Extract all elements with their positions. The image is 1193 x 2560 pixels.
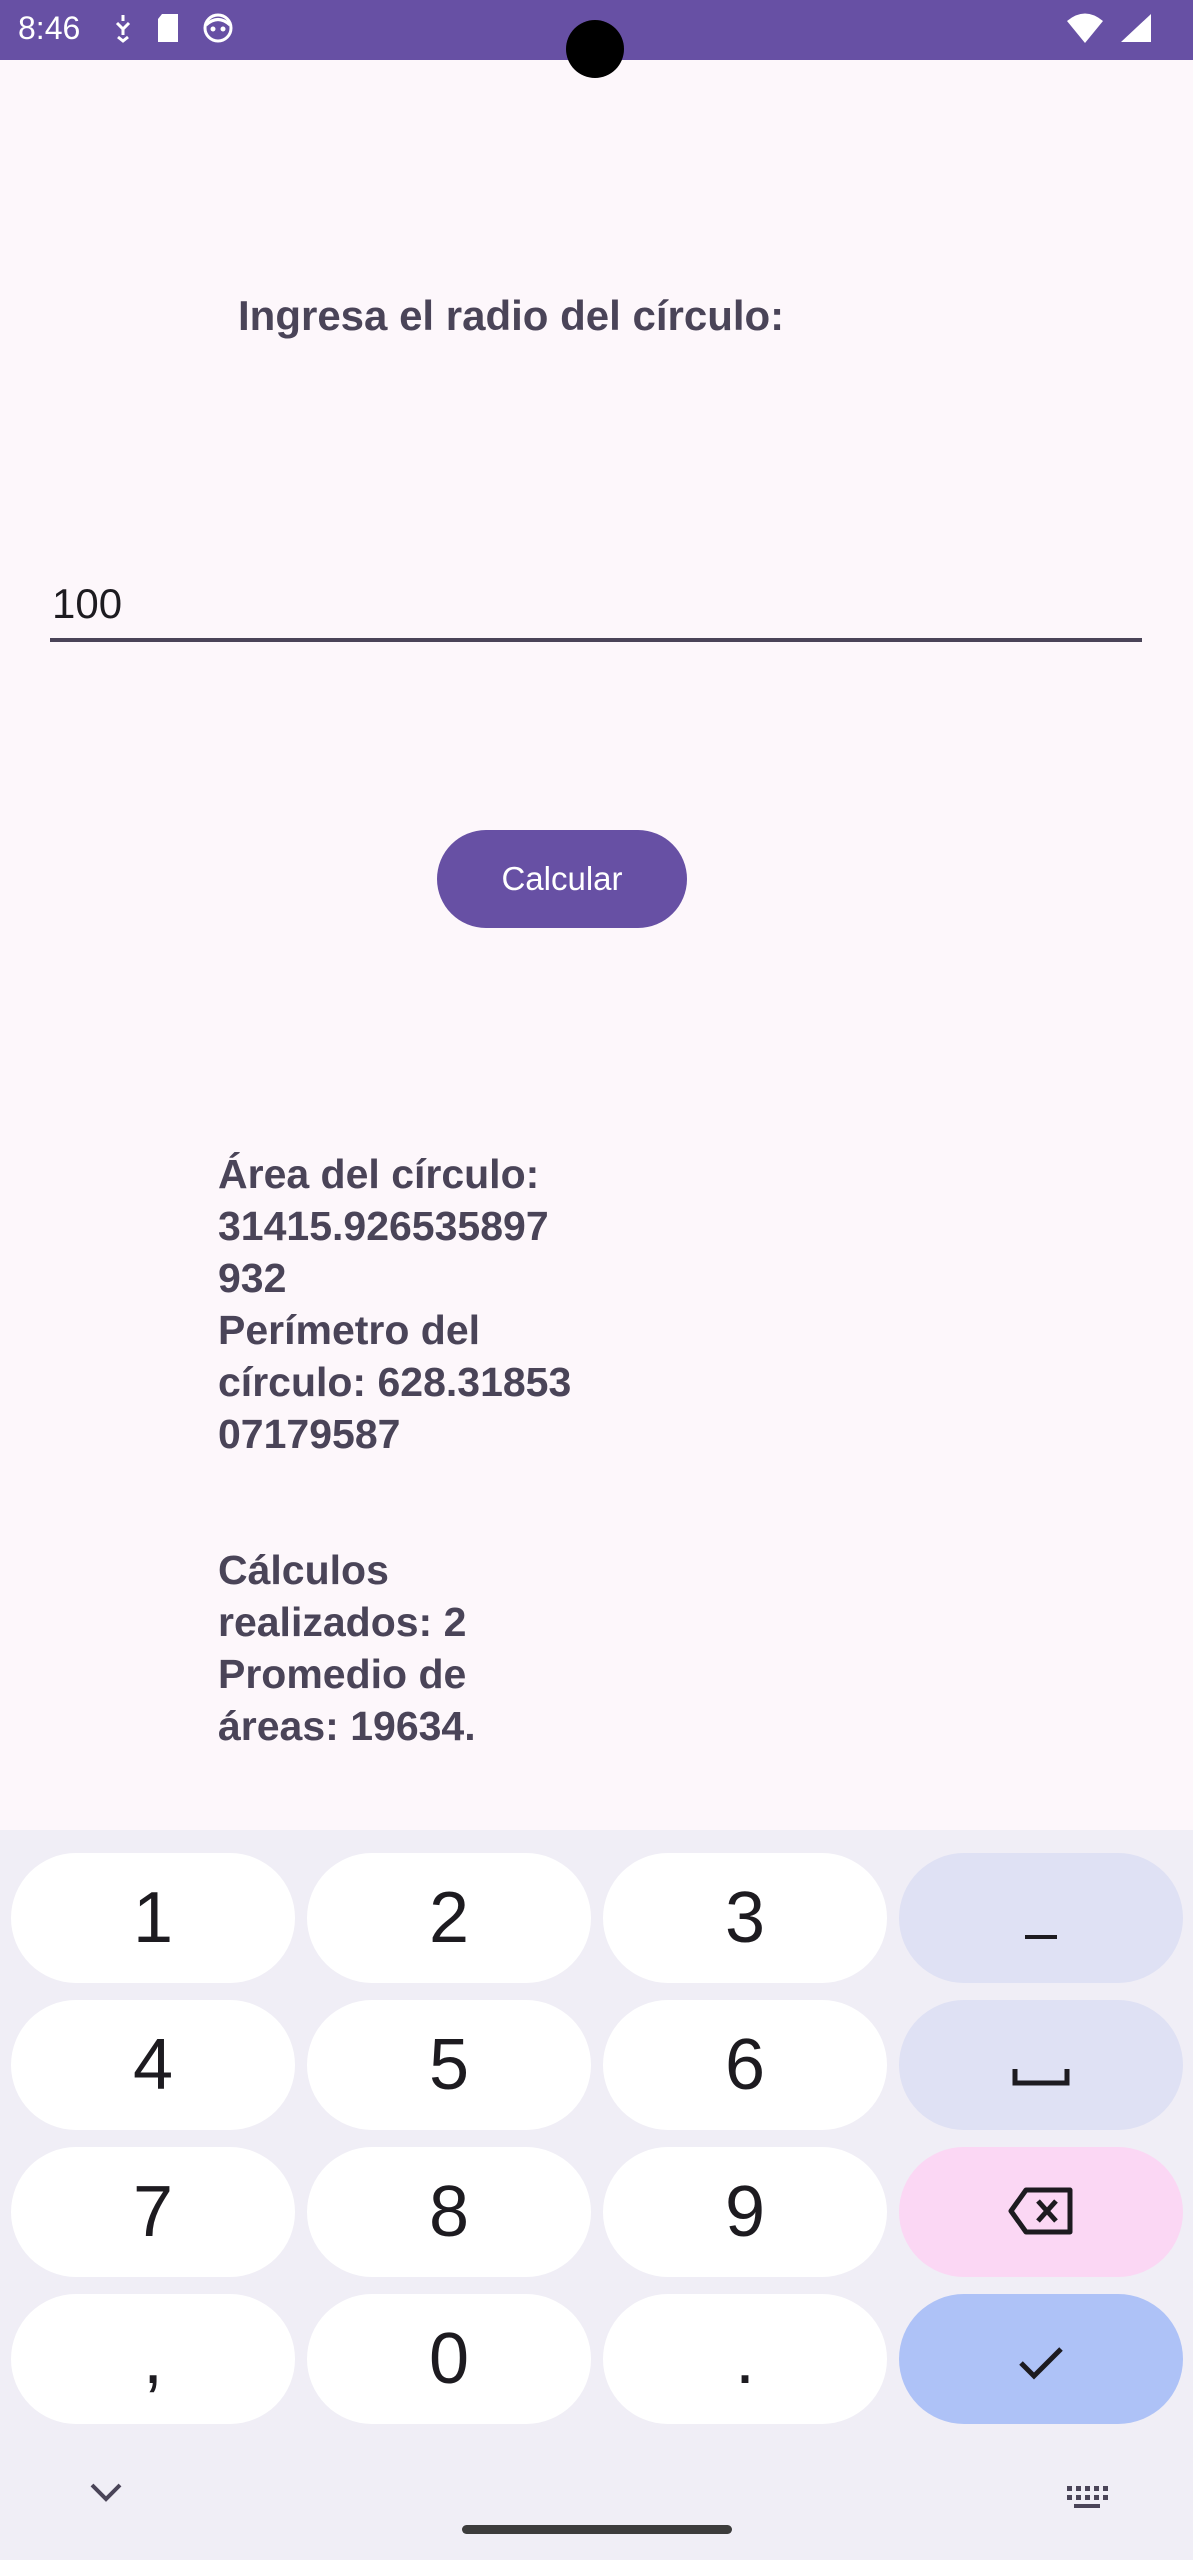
key-backspace[interactable] — [899, 2147, 1183, 2277]
result-line: 31415.926535897 — [218, 1203, 549, 1249]
status-time: 8:46 — [18, 10, 81, 46]
key-7[interactable]: 7 — [11, 2147, 295, 2277]
radius-prompt-label: Ingresa el radio del círculo: — [238, 292, 785, 339]
result-line: Área del círculo: — [218, 1151, 540, 1197]
key-4[interactable]: 4 — [11, 2000, 295, 2130]
key-9[interactable]: 9 — [603, 2147, 887, 2277]
camera-cutout — [566, 20, 624, 78]
result-text: Área del círculo: 31415.926535897 932 Pe… — [218, 1148, 618, 1450]
calculate-button[interactable]: Calcular — [437, 830, 687, 928]
checkmark-icon — [1016, 2318, 1066, 2400]
key-period[interactable]: . — [603, 2294, 887, 2424]
space-icon — [1011, 2024, 1071, 2106]
status-icons-right — [1065, 12, 1153, 49]
key-8[interactable]: 8 — [307, 2147, 591, 2277]
result-line: círculo: 628.31853 — [218, 1359, 572, 1405]
hide-keyboard-chevron-down-icon[interactable] — [88, 2480, 124, 2509]
result-line: Perímetro del — [218, 1307, 481, 1353]
result-line: 07179587 — [218, 1411, 401, 1450]
result-line: 932 — [218, 1255, 287, 1301]
stats-line: áreas: 19634. — [218, 1703, 476, 1749]
key-1[interactable]: 1 — [11, 1853, 295, 1983]
radius-input[interactable] — [50, 570, 1142, 642]
key-6[interactable]: 6 — [603, 2000, 887, 2130]
key-5[interactable]: 5 — [307, 2000, 591, 2130]
key-done[interactable] — [899, 2294, 1183, 2424]
minus-icon — [1021, 1877, 1061, 1959]
signal-icon — [1119, 12, 1153, 49]
stats-line: realizados: 2 — [218, 1599, 467, 1645]
face-icon — [202, 12, 234, 49]
status-icons-left — [112, 12, 234, 49]
key-0[interactable]: 0 — [307, 2294, 591, 2424]
status-bar: 8:46 — [0, 0, 1193, 78]
sync-icon — [112, 13, 134, 48]
stats-text: Cálculos realizados: 2 Promedio de áreas… — [218, 1544, 618, 1752]
key-comma[interactable]: , — [11, 2294, 295, 2424]
stats-line: Cálculos — [218, 1547, 389, 1593]
sd-card-icon — [156, 13, 180, 48]
key-space[interactable] — [899, 2000, 1183, 2130]
key-3[interactable]: 3 — [603, 1853, 887, 1983]
wifi-icon — [1065, 12, 1105, 49]
stats-line: Promedio de — [218, 1651, 467, 1697]
keyboard-switch-icon[interactable] — [1065, 2484, 1109, 2515]
key-2[interactable]: 2 — [307, 1853, 591, 1983]
backspace-icon — [1008, 2171, 1074, 2253]
home-indicator[interactable] — [462, 2525, 732, 2534]
key-minus[interactable] — [899, 1853, 1183, 1983]
